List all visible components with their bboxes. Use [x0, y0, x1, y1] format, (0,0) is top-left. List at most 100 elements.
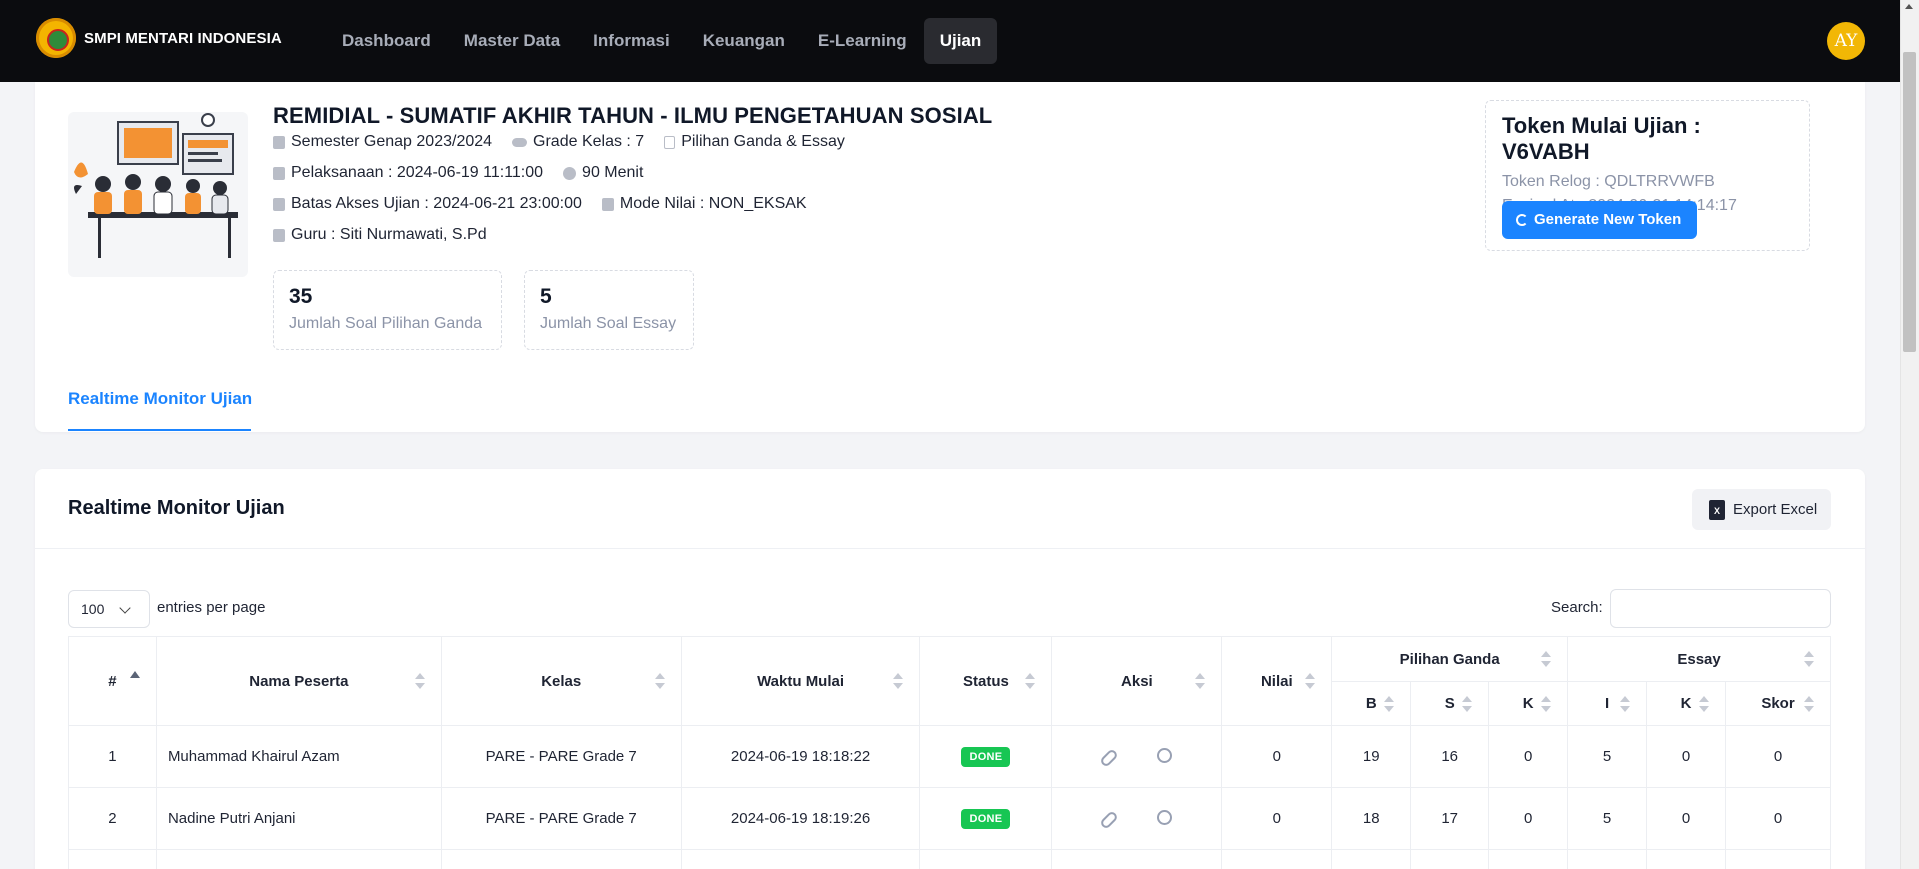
exam-illustration: [68, 112, 248, 277]
col-header-pg-k[interactable]: K: [1488, 681, 1569, 726]
stat-pilihan-ganda: 35 Jumlah Soal Pilihan Ganda: [273, 270, 502, 350]
export-excel-button[interactable]: X Export Excel: [1692, 489, 1831, 530]
exam-type-meta: Pilihan Ganda & Essay: [664, 133, 845, 151]
search-input[interactable]: [1610, 589, 1831, 628]
tab-realtime-monitor[interactable]: Realtime Monitor Ujian: [68, 389, 252, 409]
exam-meta-row-3: Batas Akses Ujian : 2024-06-21 23:00:00 …: [273, 195, 827, 213]
main-nav: Dashboard Master Data Informasi Keuangan…: [326, 18, 998, 64]
grade-text: Grade Kelas : 7: [533, 133, 645, 150]
token-start: Token Mulai Ujian : V6VABH: [1502, 113, 1701, 164]
calendar-icon: [601, 197, 614, 211]
cell-pg-b: 19: [1331, 725, 1412, 788]
exam-meta-row-4: Guru : Siti Nurmawati, S.Pd: [273, 226, 507, 244]
stat-value: 5: [540, 285, 552, 308]
top-navbar: SMPI MENTARI INDONESIA Dashboard Master …: [0, 0, 1900, 82]
entries-per-page-select[interactable]: 100: [68, 590, 150, 628]
col-header-status[interactable]: Status: [919, 636, 1053, 726]
cell-kelas: PARE - PARE Grade 7: [440, 787, 682, 850]
calendar-icon: [273, 228, 285, 242]
score-mode-text: Mode Nilai : NON_EKSAK: [619, 195, 807, 212]
col-header-name[interactable]: Nama Peserta: [155, 636, 442, 726]
status-badge: DONE: [961, 808, 1011, 829]
teacher-meta: Guru : Siti Nurmawati, S.Pd: [273, 226, 487, 244]
toggle-icon: [512, 137, 528, 147]
nav-e-learning[interactable]: E-Learning: [802, 18, 923, 64]
table-row: 1 Muhammad Khairul Azam PARE - PARE Grad…: [68, 725, 1832, 788]
scrollbar-thumb[interactable]: [1903, 52, 1916, 352]
search-label: Search:: [1551, 599, 1603, 616]
col-header-essay-k[interactable]: K: [1646, 681, 1726, 726]
stat-essay: 5 Jumlah Soal Essay: [524, 270, 694, 350]
nav-dashboard[interactable]: Dashboard: [326, 18, 447, 64]
col-header-kelas[interactable]: Kelas: [440, 636, 682, 726]
cell-nilai: 0: [1221, 787, 1333, 850]
col-header-pilihan-ganda[interactable]: Pilihan Ganda: [1331, 636, 1569, 682]
cell-kelas: PARE - PARE Grade 7: [440, 725, 682, 788]
link-icon[interactable]: [1094, 805, 1124, 835]
cell-no: 1: [68, 725, 157, 788]
clock-icon: [563, 166, 577, 180]
card-divider: [35, 548, 1865, 549]
cell-essay-skor: 0: [1724, 787, 1832, 850]
teacher-text: Guru : Siti Nurmawati, S.Pd: [291, 226, 487, 243]
link-icon[interactable]: [1094, 743, 1124, 773]
brand-name: SMPI MENTARI INDONESIA: [84, 29, 282, 47]
col-header-pg-b[interactable]: B: [1331, 681, 1412, 726]
col-header-essay-skor[interactable]: Skor: [1724, 681, 1832, 726]
cell-essay-k: 0: [1646, 725, 1726, 788]
view-icon[interactable]: [1150, 802, 1180, 832]
active-tab-indicator: [68, 429, 251, 431]
nav-keuangan[interactable]: Keuangan: [687, 18, 801, 64]
scroll-up-arrow-icon[interactable]: [1905, 4, 1913, 9]
schedule-meta: Pelaksanaan : 2024-06-19 11:11:00: [273, 164, 543, 182]
refresh-icon: [1516, 214, 1528, 226]
cell-pg-s: 16: [1410, 725, 1490, 788]
cell-aksi: [1051, 725, 1223, 788]
document-icon: [664, 135, 676, 149]
duration-text: 90 Menit: [582, 164, 644, 181]
stat-label: Jumlah Soal Essay: [540, 315, 677, 332]
token-panel: Token Mulai Ujian : V6VABH Token Relog :…: [1485, 100, 1810, 251]
cell-no: 2: [68, 787, 157, 850]
cell-pg-b: 18: [1331, 787, 1412, 850]
grade-meta: Grade Kelas : 7: [512, 133, 644, 151]
calendar-icon: [273, 135, 285, 149]
cell-essay-skor: 0: [1724, 725, 1832, 788]
nav-master-data[interactable]: Master Data: [448, 18, 576, 64]
score-mode-meta: Mode Nilai : NON_EKSAK: [601, 195, 807, 213]
cell-nilai: 0: [1221, 725, 1333, 788]
token-relog: Token Relog : QDLTRRVWFB: [1502, 173, 1715, 190]
view-icon[interactable]: [1150, 740, 1180, 770]
monitor-table: # Nama Peserta Kelas Waktu Mulai Status …: [68, 636, 1832, 869]
cell-essay-i: 5: [1567, 787, 1648, 850]
exam-meta-row-2: Pelaksanaan : 2024-06-19 11:11:00 90 Men…: [273, 164, 663, 182]
generate-token-button[interactable]: Generate New Token: [1502, 201, 1698, 239]
nav-informasi[interactable]: Informasi: [577, 18, 686, 64]
semester-meta: Semester Genap 2023/2024: [273, 133, 492, 151]
chevron-down-icon: [119, 602, 131, 614]
cell-aksi: [1051, 787, 1223, 850]
exam-title: REMIDIAL - SUMATIF AKHIR TAHUN - ILMU PE…: [273, 103, 993, 128]
monitor-title: Realtime Monitor Ujian: [68, 497, 285, 519]
deadline-meta: Batas Akses Ujian : 2024-06-21 23:00:00: [273, 195, 582, 213]
col-header-no[interactable]: #: [68, 636, 157, 726]
cell-status: DONE: [919, 725, 1053, 788]
calendar-icon: [273, 166, 285, 180]
cell-pg-s: 17: [1410, 787, 1490, 850]
table-row: [68, 849, 1832, 869]
col-header-essay-i[interactable]: I: [1567, 681, 1648, 726]
col-header-nilai[interactable]: Nilai: [1221, 636, 1333, 726]
stat-label: Jumlah Soal Pilihan Ganda: [289, 315, 483, 332]
nav-ujian[interactable]: Ujian: [923, 18, 998, 64]
stat-value: 35: [289, 285, 313, 308]
col-header-pg-s[interactable]: S: [1410, 681, 1490, 726]
excel-file-icon: X: [1709, 500, 1725, 520]
brand[interactable]: SMPI MENTARI INDONESIA: [36, 18, 282, 58]
cell-pg-k: 0: [1488, 787, 1569, 850]
cell-name: Muhammad Khairul Azam: [155, 725, 442, 788]
user-avatar[interactable]: AY: [1827, 22, 1865, 60]
col-header-start[interactable]: Waktu Mulai: [680, 636, 921, 726]
col-header-aksi[interactable]: Aksi: [1051, 636, 1223, 726]
exam-meta-row-1: Semester Genap 2023/2024 Grade Kelas : 7…: [273, 133, 865, 151]
col-header-essay[interactable]: Essay: [1567, 636, 1831, 682]
